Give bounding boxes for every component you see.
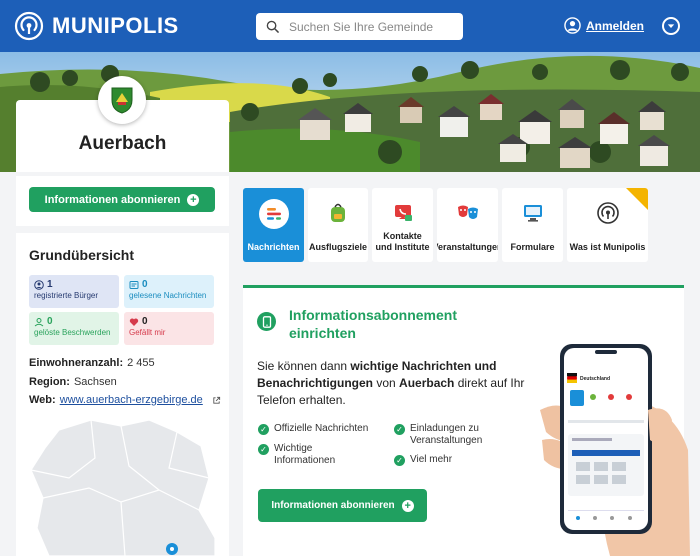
phone-country-label: Deutschland bbox=[580, 376, 610, 382]
person-check-icon bbox=[34, 317, 44, 326]
feature-item: ✓ Offizielle Nachrichten bbox=[258, 423, 388, 435]
subscribe-now-label: Informationen abonnieren bbox=[271, 500, 395, 511]
tile-label: Kontakte und Institute bbox=[375, 231, 430, 252]
chevron-down-icon[interactable] bbox=[662, 17, 680, 35]
subscribe-button-label: Informationen abonnieren bbox=[44, 193, 181, 206]
broadcast-icon bbox=[596, 202, 619, 224]
plus-icon: + bbox=[401, 499, 414, 512]
tile-label: Veranstaltungen bbox=[437, 242, 498, 252]
feature-label: Offizielle Nachrichten bbox=[274, 423, 369, 434]
search-input[interactable] bbox=[289, 19, 449, 34]
stat-registered-citizens: 1 registrierte Bürger bbox=[29, 275, 119, 308]
stat-value: 0 bbox=[142, 279, 148, 290]
stat-read-news: 0 gelesene Nachrichten bbox=[124, 275, 214, 308]
check-icon: ✓ bbox=[394, 424, 405, 435]
login-link[interactable]: Anmelden bbox=[564, 17, 644, 34]
munipolis-logo[interactable]: MUNIPOLIS bbox=[14, 11, 179, 41]
feature-item: ✓ Wichtige Informationen bbox=[258, 443, 353, 467]
region-row: Region: Sachsen bbox=[29, 376, 117, 388]
subscription-description: Sie können dann wichtige Nachrichten und… bbox=[257, 358, 532, 409]
tile-nachrichten[interactable]: Nachrichten bbox=[243, 188, 304, 262]
check-icon: ✓ bbox=[258, 424, 269, 435]
stat-label: Gefällt mir bbox=[129, 328, 166, 337]
website-link[interactable]: www.auerbach-erzgebirge.de bbox=[60, 394, 203, 406]
feature-label: Einladungen zu Veranstaltungen bbox=[410, 423, 483, 446]
check-icon: ✓ bbox=[394, 455, 405, 466]
backpack-icon bbox=[331, 203, 345, 222]
tile-label: Ausflugsziele bbox=[308, 242, 367, 252]
tile-kontakte[interactable]: Kontakte und Institute bbox=[372, 188, 433, 262]
overview-title: Grundübersicht bbox=[29, 247, 135, 263]
stat-value: 1 bbox=[47, 279, 53, 290]
germany-map[interactable] bbox=[29, 418, 215, 556]
subscription-title: Informationsabonnement einrichten bbox=[289, 307, 458, 341]
search-icon bbox=[266, 20, 279, 33]
tile-ausflugsziele[interactable]: Ausflugsziele bbox=[308, 188, 368, 262]
tile-was-ist-munipolis[interactable]: Was ist Munipolis bbox=[567, 188, 648, 262]
stat-likes: 0 Gefällt mir bbox=[124, 312, 214, 345]
search-box[interactable] bbox=[256, 13, 463, 40]
feature-label: Wichtige Informationen bbox=[274, 443, 336, 466]
monitor-icon bbox=[523, 205, 542, 222]
web-row: Web: www.auerbach-erzgebirge.de bbox=[29, 394, 221, 406]
feature-item: ✓ Viel mehr bbox=[394, 454, 514, 466]
coat-of-arms-icon bbox=[111, 87, 133, 114]
login-label: Anmelden bbox=[586, 18, 645, 33]
subscribe-button[interactable]: Informationen abonnieren + bbox=[29, 187, 215, 212]
smartphone-icon bbox=[257, 312, 276, 331]
population-label: Einwohneranzahl: bbox=[29, 357, 124, 369]
tile-label: Formulare bbox=[510, 242, 555, 252]
stat-value: 0 bbox=[47, 316, 53, 327]
feature-label: Viel mehr bbox=[410, 454, 453, 465]
web-label: Web: bbox=[29, 394, 56, 406]
desc-municipality: Auerbach bbox=[399, 376, 455, 390]
tile-label: Was ist Munipolis bbox=[569, 242, 646, 252]
desc-text: von bbox=[373, 376, 400, 390]
brand-name: MUNIPOLIS bbox=[52, 13, 179, 38]
municipality-name: Auerbach bbox=[78, 133, 167, 154]
stat-label: gelöste Beschwerden bbox=[34, 328, 111, 337]
region-value: Sachsen bbox=[73, 376, 117, 388]
newspaper-icon bbox=[129, 280, 139, 289]
user-icon bbox=[564, 17, 581, 34]
highlight-corner-badge bbox=[626, 188, 648, 210]
tile-formulare[interactable]: Formulare bbox=[502, 188, 563, 262]
stat-label: registrierte Bürger bbox=[34, 291, 99, 300]
phone-mockup-image: Deutschland bbox=[540, 344, 690, 556]
theater-masks-icon bbox=[457, 205, 478, 219]
region-label: Region: bbox=[29, 376, 70, 388]
tile-veranstaltungen[interactable]: Veranstaltungen bbox=[437, 188, 498, 262]
external-link-icon[interactable] bbox=[212, 396, 221, 405]
subscribe-now-button[interactable]: Informationen abonnieren + bbox=[258, 489, 427, 522]
stat-label: gelesene Nachrichten bbox=[129, 291, 207, 300]
plus-icon: + bbox=[187, 193, 200, 206]
population-value: 2 455 bbox=[127, 357, 155, 369]
population-row: Einwohneranzahl: 2 455 bbox=[29, 357, 155, 369]
user-badge-icon bbox=[34, 279, 44, 290]
check-icon: ✓ bbox=[258, 444, 269, 455]
tile-label: Nachrichten bbox=[247, 242, 300, 252]
news-icon bbox=[258, 199, 289, 229]
broadcast-logo-icon bbox=[14, 11, 44, 41]
stat-resolved-complaints: 0 gelöste Beschwerden bbox=[29, 312, 119, 345]
phone-contact-icon bbox=[394, 205, 412, 221]
page: MUNIPOLIS Anmelden bbox=[0, 0, 700, 556]
desc-text: Sie können dann bbox=[257, 359, 351, 373]
stat-value: 0 bbox=[142, 316, 148, 327]
feature-item: ✓ Einladungen zu Veranstaltungen bbox=[394, 423, 514, 447]
heart-icon bbox=[129, 317, 139, 326]
coat-of-arms bbox=[98, 76, 146, 124]
top-nav-bar: MUNIPOLIS Anmelden bbox=[0, 0, 700, 52]
